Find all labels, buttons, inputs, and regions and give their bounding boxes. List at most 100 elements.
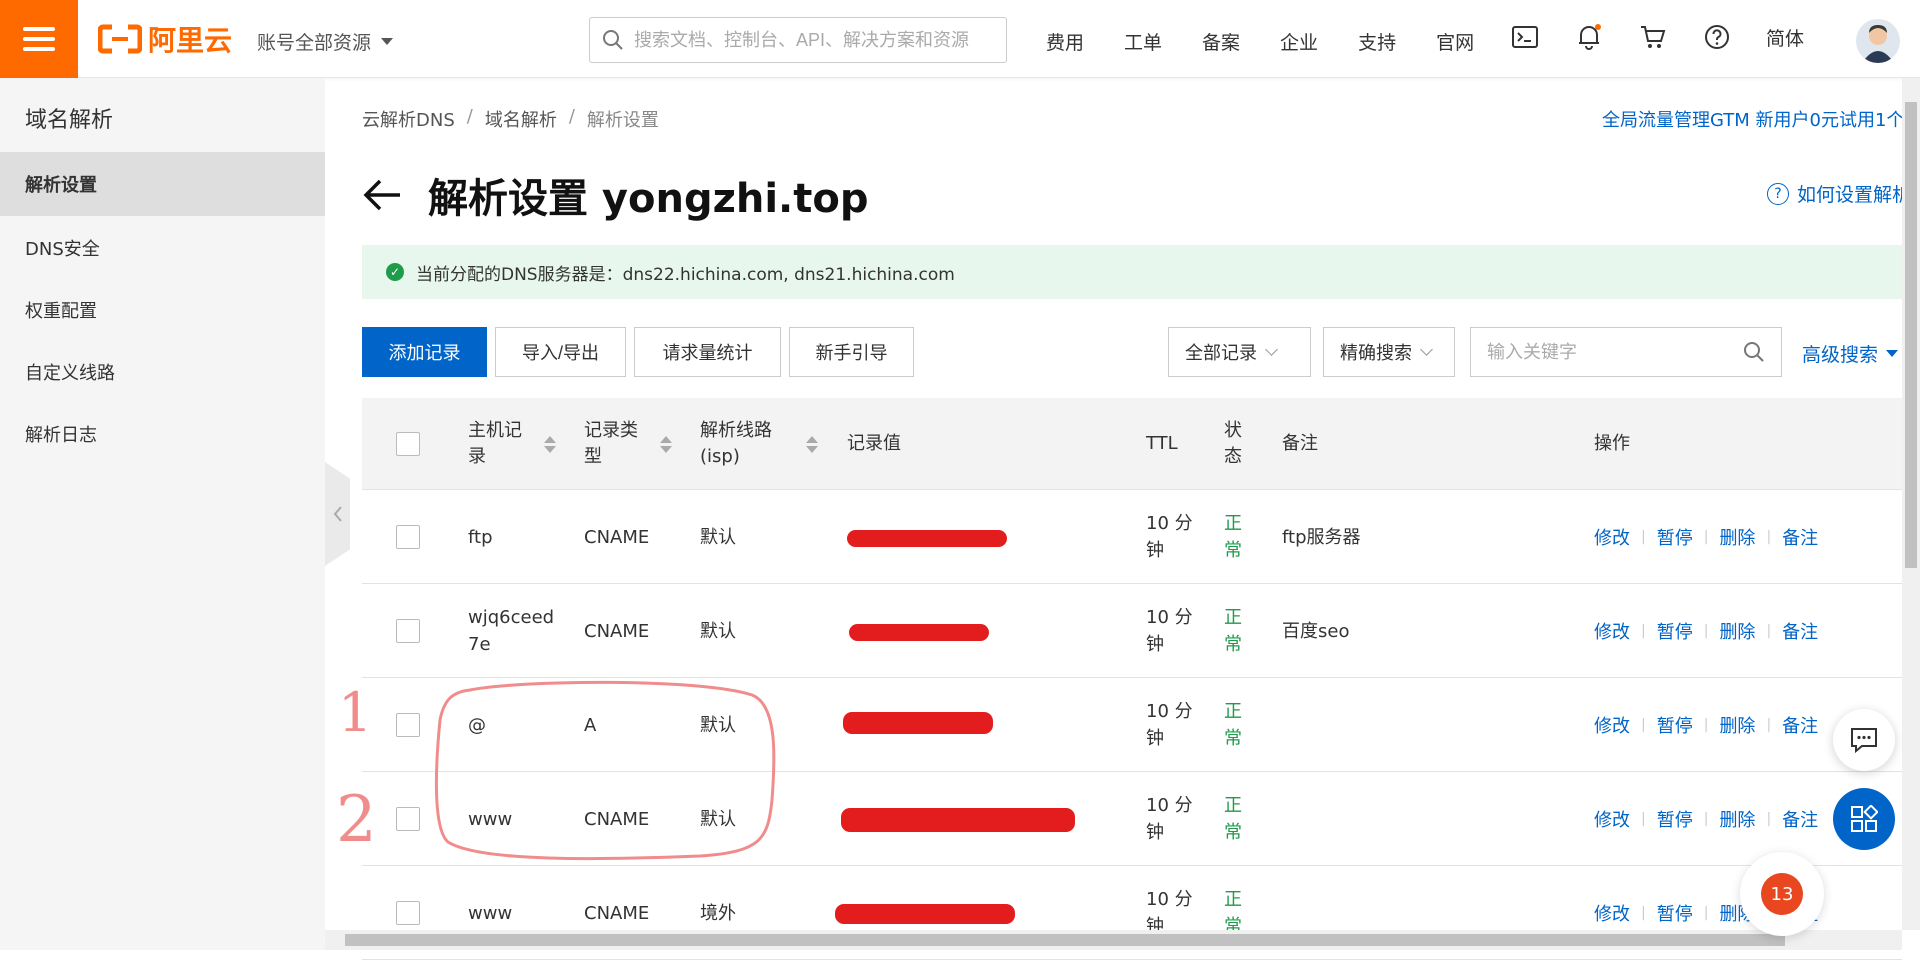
nav-link-billing[interactable]: 费用 bbox=[1046, 28, 1084, 55]
scrollbar-thumb[interactable] bbox=[345, 934, 1785, 946]
notification-count-button[interactable]: 13 bbox=[1740, 852, 1824, 936]
sort-icon[interactable] bbox=[544, 435, 556, 453]
edit-link[interactable]: 修改 bbox=[1594, 900, 1630, 926]
page-header: 解析设置 yongzhi.top bbox=[362, 166, 869, 224]
scrollbar-thumb[interactable] bbox=[1905, 102, 1917, 568]
cart-icon[interactable] bbox=[1638, 22, 1668, 52]
global-search-input[interactable] bbox=[634, 29, 994, 51]
row-checkbox[interactable] bbox=[396, 807, 420, 831]
user-avatar[interactable] bbox=[1856, 19, 1900, 63]
sidebar-item-resolution-logs[interactable]: 解析日志 bbox=[0, 402, 325, 466]
table-row: @ A 默认 10 分钟 正常 修改 | 暂停 | 删除 | 备注 bbox=[362, 678, 1902, 772]
row-checkbox[interactable] bbox=[396, 525, 420, 549]
beginner-guide-button[interactable]: 新手引导 bbox=[789, 327, 914, 377]
hamburger-menu-button[interactable] bbox=[0, 0, 78, 78]
add-record-button[interactable]: 添加记录 bbox=[362, 327, 487, 377]
edit-link[interactable]: 修改 bbox=[1594, 524, 1630, 550]
edit-link[interactable]: 修改 bbox=[1594, 806, 1630, 832]
logo-text: 阿里云 bbox=[148, 24, 233, 57]
table-row: www CNAME 默认 10 分钟 正常 修改 | 暂停 | 删除 | 备注 bbox=[362, 772, 1902, 866]
nav-link-tickets[interactable]: 工单 bbox=[1124, 28, 1162, 55]
sidebar-item-custom-lines[interactable]: 自定义线路 bbox=[0, 340, 325, 404]
cell-host: wjq6ceed7e bbox=[468, 607, 555, 655]
cell-line: 默认 bbox=[700, 620, 736, 642]
pause-link[interactable]: 暂停 bbox=[1657, 900, 1693, 926]
sidebar-item-weight-config[interactable]: 权重配置 bbox=[0, 278, 325, 342]
match-mode-select[interactable]: 精确搜索 bbox=[1323, 327, 1455, 377]
horizontal-scrollbar[interactable] bbox=[325, 930, 1902, 950]
sidebar-collapse-toggle[interactable] bbox=[325, 462, 350, 566]
delete-link[interactable]: 删除 bbox=[1719, 712, 1755, 738]
edit-link[interactable]: 修改 bbox=[1594, 712, 1630, 738]
help-icon[interactable] bbox=[1702, 22, 1732, 52]
row-checkbox[interactable] bbox=[396, 713, 420, 737]
language-switcher[interactable]: 简体 bbox=[1766, 24, 1804, 51]
cell-host: ftp bbox=[468, 526, 493, 548]
back-arrow-icon[interactable] bbox=[362, 178, 402, 212]
column-header-label: 解析线路(isp) bbox=[700, 419, 772, 467]
nav-link-support[interactable]: 支持 bbox=[1358, 28, 1396, 55]
remark-link[interactable]: 备注 bbox=[1782, 524, 1818, 550]
column-header-type[interactable]: 记录类型 bbox=[584, 398, 694, 490]
keyword-search-input[interactable] bbox=[1487, 341, 1727, 363]
select-all-checkbox[interactable] bbox=[396, 432, 420, 456]
record-toolbar: 添加记录 导入/导出 请求量统计 新手引导 全部记录 精确搜索 高级搜索 bbox=[362, 327, 1902, 377]
remark-link[interactable]: 备注 bbox=[1782, 712, 1818, 738]
column-header-line[interactable]: 解析线路(isp) bbox=[700, 398, 840, 490]
vertical-scrollbar[interactable] bbox=[1902, 78, 1920, 930]
chevron-down-icon bbox=[1265, 343, 1278, 356]
pause-link[interactable]: 暂停 bbox=[1657, 618, 1693, 644]
caret-down-icon bbox=[1886, 350, 1899, 357]
breadcrumb-item-domain-resolution[interactable]: 域名解析 bbox=[485, 106, 557, 132]
nav-link-official-site[interactable]: 官网 bbox=[1436, 28, 1474, 55]
search-icon[interactable] bbox=[1743, 341, 1765, 363]
nav-link-icp[interactable]: 备案 bbox=[1202, 28, 1240, 55]
sidebar-item-dns-security[interactable]: DNS安全 bbox=[0, 216, 325, 280]
import-export-button[interactable]: 导入/导出 bbox=[495, 327, 626, 377]
sidebar-item-label: 解析日志 bbox=[25, 425, 97, 446]
search-icon bbox=[603, 30, 623, 50]
question-circle-icon: ? bbox=[1767, 182, 1789, 205]
delete-link[interactable]: 删除 bbox=[1719, 524, 1755, 550]
sort-icon[interactable] bbox=[660, 435, 672, 453]
bell-icon[interactable] bbox=[1574, 22, 1604, 52]
breadcrumb-separator: / bbox=[466, 106, 473, 127]
row-actions: 修改| 暂停| 删除| 备注 bbox=[1594, 678, 1818, 772]
pause-link[interactable]: 暂停 bbox=[1657, 712, 1693, 738]
sidebar-item-resolution-settings[interactable]: 解析设置 bbox=[0, 152, 325, 216]
chevron-down-icon bbox=[1420, 343, 1433, 356]
cell-host: @ bbox=[468, 714, 486, 736]
pause-link[interactable]: 暂停 bbox=[1657, 524, 1693, 550]
top-icon-group: 简体 bbox=[1510, 22, 1804, 52]
request-stats-button[interactable]: 请求量统计 bbox=[634, 327, 781, 377]
column-header-host[interactable]: 主机记录 bbox=[468, 398, 578, 490]
row-checkbox[interactable] bbox=[396, 901, 420, 925]
gtm-promo-link[interactable]: 全局流量管理GTM 新用户0元试用1个 bbox=[1602, 106, 1902, 132]
pause-link[interactable]: 暂停 bbox=[1657, 806, 1693, 832]
record-filter-select[interactable]: 全部记录 bbox=[1168, 327, 1311, 377]
cell-value-redacted bbox=[847, 490, 1127, 584]
nav-link-enterprise[interactable]: 企业 bbox=[1280, 28, 1318, 55]
account-scope-dropdown[interactable]: 账号全部资源 bbox=[257, 28, 394, 55]
aliyun-logo[interactable]: 阿里云 bbox=[98, 22, 233, 57]
terminal-icon[interactable] bbox=[1510, 22, 1540, 52]
edit-link[interactable]: 修改 bbox=[1594, 618, 1630, 644]
cell-value-redacted bbox=[843, 678, 1127, 772]
apps-menu-button[interactable] bbox=[1833, 788, 1895, 850]
delete-link[interactable]: 删除 bbox=[1719, 806, 1755, 832]
remark-link[interactable]: 备注 bbox=[1782, 806, 1818, 832]
how-to-help-link[interactable]: ? 如何设置解析 bbox=[1767, 180, 1911, 207]
sort-icon[interactable] bbox=[806, 435, 818, 453]
cell-value-redacted bbox=[847, 584, 1127, 678]
row-checkbox[interactable] bbox=[396, 619, 420, 643]
table-row: wjq6ceed7e CNAME 默认 10 分钟 正常 百度seo 修改 | 暂… bbox=[362, 584, 1902, 678]
match-mode-value: 精确搜索 bbox=[1340, 343, 1412, 364]
advanced-search-toggle[interactable]: 高级搜索 bbox=[1802, 340, 1899, 367]
breadcrumb-separator: / bbox=[568, 106, 575, 127]
aliyun-logo-icon bbox=[98, 24, 142, 54]
breadcrumb-item-cloud-dns[interactable]: 云解析DNS bbox=[362, 106, 455, 132]
delete-link[interactable]: 删除 bbox=[1719, 618, 1755, 644]
remark-link[interactable]: 备注 bbox=[1782, 618, 1818, 644]
sidebar: 域名解析 解析设置 DNS安全 权重配置 自定义线路 解析日志 bbox=[0, 78, 325, 950]
chat-support-button[interactable] bbox=[1833, 709, 1895, 771]
